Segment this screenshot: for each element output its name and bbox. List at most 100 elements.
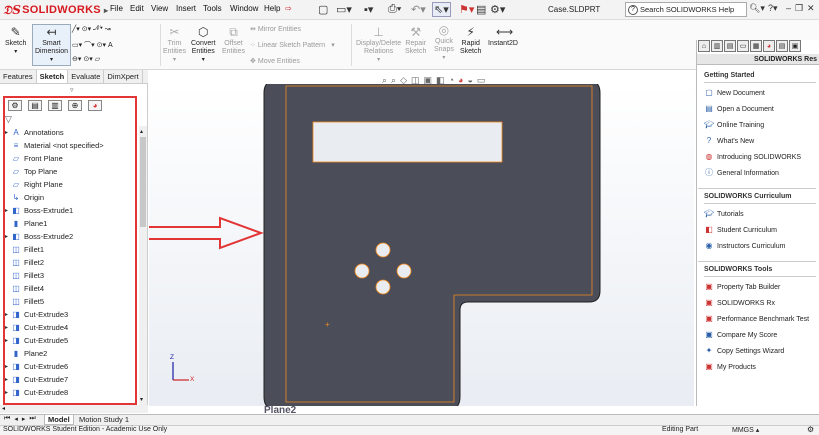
view-palette-icon[interactable]: ▦	[750, 40, 762, 52]
sketch-arrow-icon[interactable]: ↝	[105, 25, 111, 33]
tab-dimxpert[interactable]: DimXpert	[104, 70, 143, 83]
move-entities-button[interactable]: ✥ Move Entities	[250, 57, 300, 66]
help-menu-icon[interactable]: ?▾	[768, 3, 778, 14]
resources-icon[interactable]: ▥	[711, 40, 723, 52]
restore-icon[interactable]: ❐	[795, 3, 803, 14]
new-document-icon[interactable]: ▢	[318, 2, 328, 17]
polygon-icon[interactable]: ⊙▾	[97, 41, 106, 49]
convert-entities-button[interactable]: ⬡ Convert Entities ▾	[191, 26, 216, 64]
save-icon[interactable]: ▪▾	[364, 2, 373, 17]
instant2d-button[interactable]: ⟷ Instant2D	[488, 26, 518, 48]
first-tab-icon[interactable]: ⏮	[4, 415, 10, 423]
link-tutorials[interactable]: 🎓︎ Tutorials	[704, 206, 816, 222]
slot-icon[interactable]: ⊖▾	[72, 55, 81, 63]
mirror-entities-button[interactable]: ⇹ Mirror Entities	[250, 25, 301, 34]
origin-marker: +	[325, 320, 330, 329]
link-my-products[interactable]: ▣ My Products	[704, 359, 816, 375]
panel-expand-icon[interactable]: ▿	[70, 86, 74, 94]
rapid-sketch-button[interactable]: ⚡︎ Rapid Sketch	[460, 26, 481, 56]
axis-x-label: X	[190, 376, 195, 383]
trim-icon: ✂	[169, 25, 180, 39]
last-tab-icon[interactable]: ⏭	[29, 415, 35, 423]
menu-insert[interactable]: Insert	[176, 4, 196, 13]
menu-file[interactable]: File	[110, 4, 123, 13]
instant2d-icon: ⟷	[495, 25, 514, 39]
link-student-curriculum[interactable]: ◧ Student Curriculum	[704, 222, 816, 238]
rectangle-icon[interactable]: ▭▾	[72, 41, 82, 49]
tab-features[interactable]: Features	[0, 70, 37, 83]
arc-icon[interactable]: ⌒▾	[84, 40, 95, 50]
menu-window[interactable]: Window	[230, 4, 258, 13]
tab-motion-study[interactable]: Motion Study 1	[76, 415, 132, 424]
link-performance-benchmark[interactable]: ▣ Performance Benchmark Test	[704, 311, 816, 327]
display-delete-relations-button[interactable]: ⊥ Display/Delete Relations ▾	[356, 26, 401, 64]
custom-properties-icon[interactable]: ▤	[776, 40, 788, 52]
link-copy-settings-wizard[interactable]: ✦ Copy Settings Wizard	[704, 343, 816, 359]
open-icon[interactable]: ▭▾	[336, 2, 352, 17]
link-open-document[interactable]: ▤ Open a Document	[704, 101, 816, 117]
tab-sketch[interactable]: Sketch	[36, 70, 69, 83]
forum-icon[interactable]: ▣	[789, 40, 801, 52]
status-settings-icon[interactable]: ⚙	[807, 425, 814, 434]
design-library-icon[interactable]: ▤	[724, 40, 736, 52]
file-properties-icon[interactable]: ▤	[476, 2, 486, 17]
horizontal-scrollbar[interactable]: ◂	[0, 405, 148, 413]
tab-model[interactable]: Model	[44, 415, 74, 425]
linear-sketch-pattern-button[interactable]: ⁘ Linear Sketch Pattern ▾	[250, 41, 335, 50]
sketch-icon: ✎	[10, 25, 21, 39]
circle-icon[interactable]: ⊙▾	[82, 25, 91, 33]
solidworks-icon: ◍	[705, 152, 713, 161]
units-selector[interactable]: MMGS ▴	[732, 426, 759, 434]
pin-icon[interactable]: ⇨	[285, 4, 292, 13]
quick-snaps-button[interactable]: ◎ Quick Snaps ▾	[434, 24, 454, 62]
link-introducing-solidworks[interactable]: ◍ Introducing SOLIDWORKS	[704, 149, 816, 165]
line-icon[interactable]: ╱▾	[72, 25, 80, 33]
select-icon[interactable]: ⇖▾	[432, 2, 451, 17]
menu-view[interactable]: View	[151, 4, 168, 13]
spline-icon[interactable]: 𝒩▾	[93, 25, 103, 33]
mirror-icon: ⇹	[250, 26, 256, 33]
help-search-box[interactable]: ? Search SOLIDWORKS Help	[625, 2, 747, 17]
app-logo[interactable]: 𝔇S SOLIDWORKS ▸	[3, 2, 108, 18]
menu-tools[interactable]: Tools	[203, 4, 222, 13]
close-icon[interactable]: ✕	[807, 3, 815, 14]
menu-help[interactable]: Help	[264, 4, 280, 13]
link-general-information[interactable]: ⓘ General Information	[704, 165, 816, 181]
prev-tab-icon[interactable]: ◂	[14, 415, 18, 423]
smart-dimension-button[interactable]: ↤ Smart Dimension ▾	[32, 24, 72, 66]
minimize-icon[interactable]: –	[786, 3, 791, 13]
scroll-down-icon[interactable]: ▾	[140, 396, 143, 403]
file-explorer-icon[interactable]: ▭	[737, 40, 749, 52]
link-instructors-curriculum[interactable]: ◉ Instructors Curriculum	[704, 238, 816, 254]
tab-evaluate[interactable]: Evaluate	[68, 70, 105, 83]
link-property-tab-builder[interactable]: ▣ Property Tab Builder	[704, 279, 816, 295]
sketch-button[interactable]: ✎ Sketch ▾	[5, 26, 26, 56]
menu-edit[interactable]: Edit	[130, 4, 144, 13]
search-icon[interactable]: 🔍︎▾	[749, 3, 765, 14]
offset-entities-button[interactable]: ⧉ Offset Entities	[222, 26, 245, 56]
rebuild-icon[interactable]: ⚑▾	[459, 2, 474, 17]
print-icon[interactable]: ⎙▾	[388, 2, 401, 17]
scroll-up-icon[interactable]: ▴	[140, 128, 143, 135]
appearances-icon[interactable]: ◕	[763, 40, 775, 52]
undo-icon[interactable]: ↶▾	[411, 2, 426, 17]
link-online-training[interactable]: 🎓︎ Online Training	[704, 117, 816, 133]
repair-sketch-button[interactable]: ⚒ Repair Sketch	[405, 26, 426, 56]
point-icon[interactable]: ⊙▾	[83, 55, 92, 63]
relations-icon: ⊥	[373, 25, 384, 39]
link-solidworks-rx[interactable]: ▣ SOLIDWORKS Rx	[704, 295, 816, 311]
search-input[interactable]: Search SOLIDWORKS Help	[640, 5, 734, 14]
triad	[172, 362, 189, 381]
link-compare-score[interactable]: ▣ Compare My Score	[704, 327, 816, 343]
highlight-box-tree	[3, 96, 137, 405]
trim-entities-button[interactable]: ✂ Trim Entities ▾	[163, 26, 186, 64]
options-gear-icon[interactable]: ⚙▾	[490, 2, 505, 17]
plane-icon[interactable]: ▱	[95, 55, 100, 63]
next-tab-icon[interactable]: ▸	[22, 415, 26, 423]
link-whats-new[interactable]: ? What's New	[704, 133, 816, 149]
ribbon-separator	[351, 24, 352, 66]
home-icon[interactable]: ⌂	[698, 40, 710, 52]
text-icon[interactable]: A	[108, 42, 113, 49]
link-new-document[interactable]: ▢ New Document	[704, 85, 816, 101]
tree-scrollbar-thumb[interactable]	[140, 137, 146, 227]
